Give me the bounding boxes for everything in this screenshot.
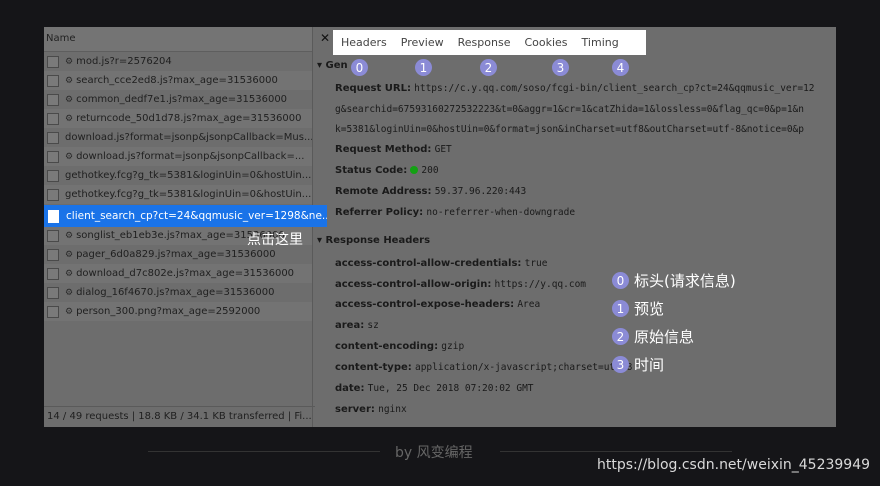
tab-headers[interactable]: Headers bbox=[335, 36, 393, 49]
request-method: Request Method: GET bbox=[335, 144, 452, 155]
gear-icon: ⚙ bbox=[65, 151, 74, 162]
request-url: Request URL: https://c.y.qq.com/soso/fcg… bbox=[335, 83, 815, 94]
file-icon bbox=[47, 248, 59, 261]
tab-badge: 1 bbox=[415, 59, 432, 76]
remote-address: Remote Address: 59.37.96.220:443 bbox=[335, 186, 527, 197]
legend-item: 1 预览 bbox=[612, 298, 664, 319]
file-icon bbox=[47, 150, 59, 163]
request-row[interactable]: ⚙ search_cce2ed8.js?max_age=31536000 bbox=[44, 71, 312, 90]
legend-item: 3 时间 bbox=[612, 354, 664, 375]
name-column-header[interactable]: Name bbox=[44, 27, 312, 52]
tab-cookies[interactable]: Cookies bbox=[518, 36, 573, 49]
tab-badge: 0 bbox=[351, 59, 368, 76]
devtools-network-panel: Name ⚙ mod.js?r=2576204 ⚙ search_cce2ed8.j… bbox=[44, 27, 836, 427]
triangle-down-icon: ▾ bbox=[317, 235, 326, 246]
request-list: Name ⚙ mod.js?r=2576204 ⚙ search_cce2ed8.j… bbox=[44, 27, 315, 427]
file-icon bbox=[47, 55, 59, 68]
gear-icon: ⚙ bbox=[65, 230, 74, 241]
response-header-row: access-control-allow-credentials: true bbox=[335, 258, 548, 269]
file-icon bbox=[47, 131, 59, 144]
legend-item: 0 标头(请求信息) bbox=[612, 270, 736, 291]
gear-icon: ⚙ bbox=[65, 113, 74, 124]
response-header-row: server: nginx bbox=[335, 404, 407, 415]
detail-tabs: Headers Preview Response Cookies Timing bbox=[333, 30, 646, 55]
request-url-cont: k=5381&loginUin=0&hostUin=0&format=json&… bbox=[335, 124, 804, 135]
file-icon bbox=[47, 74, 59, 87]
request-row[interactable]: gethotkey.fcg?g_tk=5381&loginUin=0&hostU… bbox=[44, 185, 312, 204]
request-row[interactable]: ⚙ download.js?format=jsonp&jsonpCallback=… bbox=[44, 147, 312, 166]
selected-request-row[interactable]: client_search_cp?ct=24&qqmusic_ver=1298&… bbox=[44, 205, 327, 227]
general-section-header[interactable]: ▾ Gen bbox=[317, 60, 348, 71]
tab-timing[interactable]: Timing bbox=[576, 36, 625, 49]
divider-line bbox=[500, 451, 732, 452]
status-footer: 14 / 49 requests | 18.8 KB / 34.1 KB tra… bbox=[44, 406, 315, 427]
file-icon bbox=[47, 112, 59, 125]
response-headers-section[interactable]: ▾ Response Headers bbox=[317, 235, 430, 246]
response-header-row: content-encoding: gzip bbox=[335, 341, 465, 352]
file-icon bbox=[47, 169, 59, 182]
request-row[interactable]: ⚙ mod.js?r=2576204 bbox=[44, 52, 312, 71]
file-icon bbox=[47, 229, 59, 242]
request-row[interactable]: ⚙ person_300.png?max_age=2592000 bbox=[44, 302, 312, 321]
divider-line bbox=[148, 451, 380, 452]
byline: by 风变编程 bbox=[395, 445, 473, 461]
triangle-down-icon: ▾ bbox=[317, 60, 326, 71]
request-url-cont: g&searchid=67593160272532223&t=0&aggr=1&… bbox=[335, 104, 804, 115]
file-icon bbox=[47, 188, 59, 201]
file-icon bbox=[47, 267, 59, 280]
gear-icon: ⚙ bbox=[65, 75, 74, 86]
request-row[interactable]: gethotkey.fcg?g_tk=5381&loginUin=0&hostU… bbox=[44, 166, 312, 185]
gear-icon: ⚙ bbox=[65, 287, 74, 298]
request-row[interactable]: ⚙ dialog_16f4670.js?max_age=31536000 bbox=[44, 283, 312, 302]
status-dot-icon bbox=[410, 166, 419, 174]
request-details: ✕ Headers Preview Response Cookies Timin… bbox=[313, 27, 836, 427]
response-header-row: content-type: application/x-javascript;c… bbox=[335, 362, 633, 373]
status-code: Status Code: 200 bbox=[335, 165, 439, 176]
request-row[interactable]: ⚙ download_d7c802e.js?max_age=31536000 bbox=[44, 264, 312, 283]
gear-icon: ⚙ bbox=[65, 56, 74, 67]
file-icon bbox=[47, 286, 59, 299]
request-row[interactable]: ⚙ common_dedf7e1.js?max_age=31536000 bbox=[44, 90, 312, 109]
response-header-row: area: sz bbox=[335, 320, 379, 331]
gear-icon: ⚙ bbox=[65, 249, 74, 260]
request-row[interactable]: download.js?format=jsonp&jsonpCallback=M… bbox=[44, 128, 312, 147]
click-here-annotation: 点击这里 bbox=[247, 232, 303, 248]
gear-icon: ⚙ bbox=[65, 268, 74, 279]
file-icon bbox=[47, 93, 59, 106]
response-header-row: access-control-expose-headers: Area bbox=[335, 299, 541, 310]
close-icon[interactable]: ✕ bbox=[320, 31, 330, 45]
file-icon bbox=[48, 209, 59, 223]
referrer-policy: Referrer Policy: no-referrer-when-downgr… bbox=[335, 207, 576, 218]
watermark-url: https://blog.csdn.net/weixin_45239949 bbox=[597, 457, 871, 473]
response-header-row: date: Tue, 25 Dec 2018 07:20:02 GMT bbox=[335, 383, 534, 394]
tab-badge: 2 bbox=[480, 59, 497, 76]
gear-icon: ⚙ bbox=[65, 306, 74, 317]
request-row[interactable]: ⚙ returncode_50d1d78.js?max_age=31536000 bbox=[44, 109, 312, 128]
tab-badge: 3 bbox=[552, 59, 569, 76]
tab-response[interactable]: Response bbox=[452, 36, 517, 49]
legend-item: 2 原始信息 bbox=[612, 326, 694, 347]
gear-icon: ⚙ bbox=[65, 94, 74, 105]
tab-preview[interactable]: Preview bbox=[395, 36, 450, 49]
file-icon bbox=[47, 305, 59, 318]
tab-badge: 4 bbox=[612, 59, 629, 76]
response-header-row: access-control-allow-origin: https://y.q… bbox=[335, 279, 587, 290]
